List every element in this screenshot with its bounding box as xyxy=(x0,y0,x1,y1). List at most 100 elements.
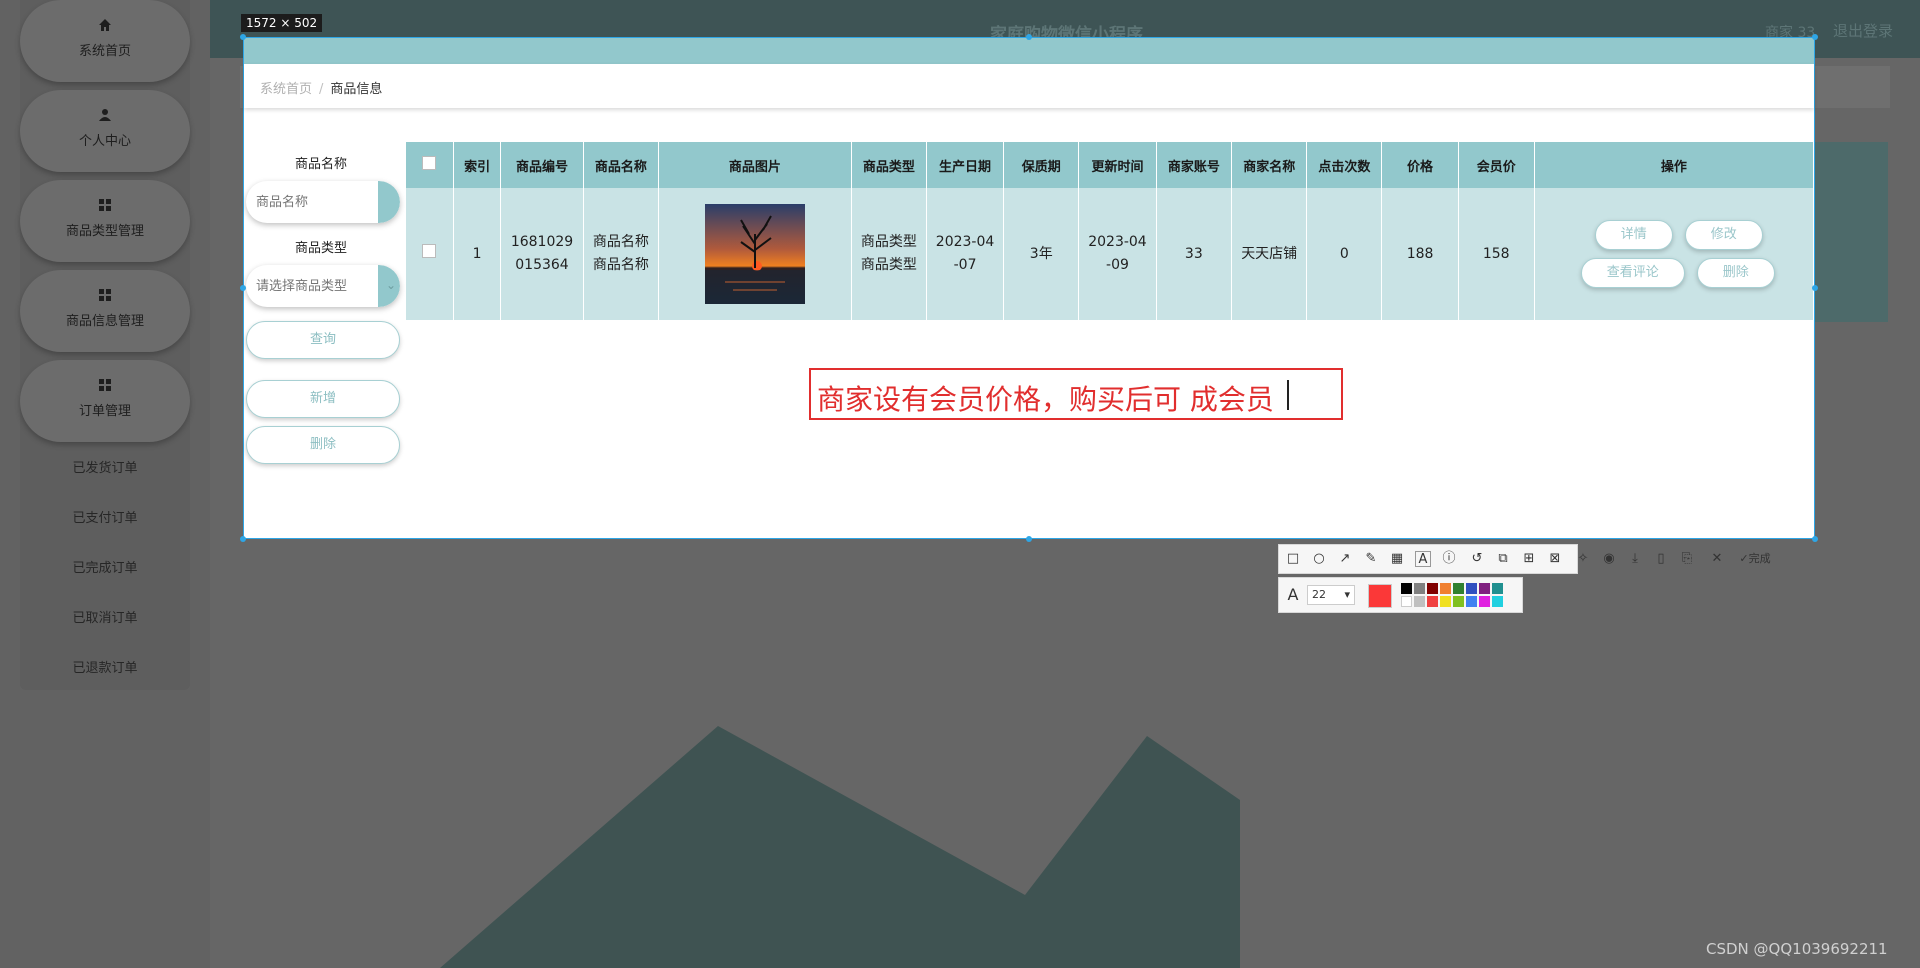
column-header: 商品图片 xyxy=(658,142,852,188)
color-swatch[interactable] xyxy=(1401,596,1412,607)
color-swatch[interactable] xyxy=(1492,583,1503,594)
bookmark-icon[interactable]: ⎘ xyxy=(1679,551,1695,567)
pin-tool-icon[interactable]: ⧉ xyxy=(1495,551,1511,567)
sidebar-item-category[interactable]: 商品类型管理 xyxy=(20,180,190,262)
cell-member-price: 158 xyxy=(1458,188,1535,320)
color-swatch[interactable] xyxy=(1492,596,1503,607)
breadcrumb: 系统首页 / 商品信息 xyxy=(260,78,382,97)
mosaic-tool-icon[interactable]: ▦ xyxy=(1389,551,1405,567)
table-header-row: 索引 商品编号 商品名称 商品图片 商品类型 生产日期 保质期 更新时间 商家账… xyxy=(406,142,1815,188)
color-swatch[interactable] xyxy=(1466,596,1477,607)
submenu-cancelled[interactable]: 已取消订单 xyxy=(20,607,190,626)
resize-handle[interactable] xyxy=(240,536,246,542)
ellipse-tool-icon[interactable]: ○ xyxy=(1311,551,1327,567)
cell-image xyxy=(658,188,852,320)
grid-icon xyxy=(99,289,111,301)
batch-delete-button[interactable]: 删除 xyxy=(246,426,400,464)
color-swatch[interactable] xyxy=(1440,583,1451,594)
color-swatch[interactable] xyxy=(1427,583,1438,594)
record-icon[interactable]: ◉ xyxy=(1601,551,1617,567)
row-delete-button[interactable]: 删除 xyxy=(1696,258,1775,288)
submenu-refunded[interactable]: 已退款订单 xyxy=(20,657,190,676)
cell-shelf-life: 3年 xyxy=(1003,188,1080,320)
undo-icon[interactable]: ↺ xyxy=(1469,551,1485,567)
logout-link[interactable]: 退出登录 xyxy=(1833,20,1893,41)
cell-code-line2: 015364 xyxy=(515,257,569,273)
ocr-tool-icon[interactable]: ⊞ xyxy=(1521,551,1537,567)
rectangle-tool-icon[interactable]: □ xyxy=(1285,551,1301,567)
color-swatch[interactable] xyxy=(1453,583,1464,594)
submenu-paid[interactable]: 已支付订单 xyxy=(20,507,190,526)
annotation-textbox[interactable]: 商家设有会员价格，购买后可 成会员 xyxy=(809,368,1343,420)
color-swatch[interactable] xyxy=(1401,583,1412,594)
sidebar-item-orders[interactable]: 订单管理 xyxy=(20,360,190,442)
mountains-decoration xyxy=(440,726,1240,968)
row-select-cell[interactable] xyxy=(406,188,454,320)
done-label: 完成 xyxy=(1748,552,1771,565)
submenu-completed[interactable]: 已完成订单 xyxy=(20,557,190,576)
translate-tool-icon[interactable]: ⊠ xyxy=(1547,551,1563,567)
resize-handle[interactable] xyxy=(1812,34,1818,40)
sidebar-item-product[interactable]: 商品信息管理 xyxy=(20,270,190,352)
arrow-tool-icon[interactable]: ↗ xyxy=(1337,551,1353,567)
breadcrumb-current: 商品信息 xyxy=(330,82,383,97)
phone-icon[interactable]: ▯ xyxy=(1653,551,1669,567)
view-reviews-button[interactable]: 查看评论 xyxy=(1580,258,1685,288)
close-icon[interactable]: ✕ xyxy=(1709,551,1725,567)
cell-price: 188 xyxy=(1381,188,1459,320)
resize-handle[interactable] xyxy=(1812,536,1818,542)
query-button[interactable]: 查询 xyxy=(246,321,400,359)
detail-button[interactable]: 详情 xyxy=(1594,220,1673,250)
current-color-swatch[interactable] xyxy=(1368,584,1392,608)
column-header: 保质期 xyxy=(1003,142,1080,188)
resize-handle[interactable] xyxy=(1026,34,1032,40)
color-swatch[interactable] xyxy=(1466,583,1477,594)
add-button[interactable]: 新增 xyxy=(246,380,400,418)
column-header: 生产日期 xyxy=(926,142,1005,188)
product-table: 索引 商品编号 商品名称 商品图片 商品类型 生产日期 保质期 更新时间 商家账… xyxy=(406,142,1815,320)
done-button[interactable]: ✓完成 xyxy=(1735,551,1775,567)
pen-tool-icon[interactable]: ✎ xyxy=(1363,551,1379,567)
product-type-input[interactable] xyxy=(246,265,374,307)
resize-handle[interactable] xyxy=(1812,285,1818,291)
number-tool-icon[interactable]: ⓘ xyxy=(1441,551,1457,567)
grid-icon xyxy=(99,379,111,391)
sidebar-item-profile[interactable]: 个人中心 xyxy=(20,90,190,172)
breadcrumb-bar: 系统首页 / 商品信息 xyxy=(244,64,1814,108)
cell-update-time: 2023-04 -09 xyxy=(1078,188,1157,320)
resize-handle[interactable] xyxy=(240,34,246,40)
color-swatch[interactable] xyxy=(1453,596,1464,607)
table-row: 1 1681029 015364 商品名称 商品名称 商品类型 商品类型 202… xyxy=(406,188,1815,320)
cell-update-time-line2: -09 xyxy=(1106,257,1129,273)
product-type-select[interactable]: ⌄ xyxy=(246,265,400,307)
download-icon[interactable]: ⤓ xyxy=(1627,551,1643,567)
row-checkbox[interactable] xyxy=(422,243,437,258)
text-caret xyxy=(1287,380,1289,410)
product-name-field[interactable] xyxy=(246,181,400,223)
font-size-select[interactable]: 22 ▾ xyxy=(1307,585,1355,605)
sidebar-item-home[interactable]: 系统首页 xyxy=(20,0,190,82)
user-icon xyxy=(99,109,111,121)
cell-code-line1: 1681029 xyxy=(510,234,574,250)
submenu-shipped[interactable]: 已发货订单 xyxy=(20,457,190,476)
color-swatch[interactable] xyxy=(1427,596,1438,607)
resize-handle[interactable] xyxy=(240,285,246,291)
cell-type-line2: 商品类型 xyxy=(860,257,917,273)
capture-size-label: 1572 × 502 xyxy=(241,14,323,32)
breadcrumb-home[interactable]: 系统首页 xyxy=(260,82,312,97)
text-tool-icon[interactable]: A xyxy=(1415,551,1431,567)
select-all-header[interactable] xyxy=(406,142,454,188)
color-swatch[interactable] xyxy=(1479,596,1490,607)
edit-button[interactable]: 修改 xyxy=(1684,220,1763,250)
resize-handle[interactable] xyxy=(1026,536,1032,542)
color-swatch[interactable] xyxy=(1440,596,1451,607)
product-name-input[interactable] xyxy=(246,181,374,223)
capture-header-strip xyxy=(244,38,1814,64)
color-swatch[interactable] xyxy=(1414,583,1425,594)
cell-production-date: 2023-04 -07 xyxy=(926,188,1005,320)
select-all-checkbox[interactable] xyxy=(422,156,437,170)
color-swatch[interactable] xyxy=(1479,583,1490,594)
pin-to-screen-icon[interactable]: ✧ xyxy=(1575,551,1591,567)
color-swatch[interactable] xyxy=(1414,596,1425,607)
column-header: 更新时间 xyxy=(1078,142,1157,188)
